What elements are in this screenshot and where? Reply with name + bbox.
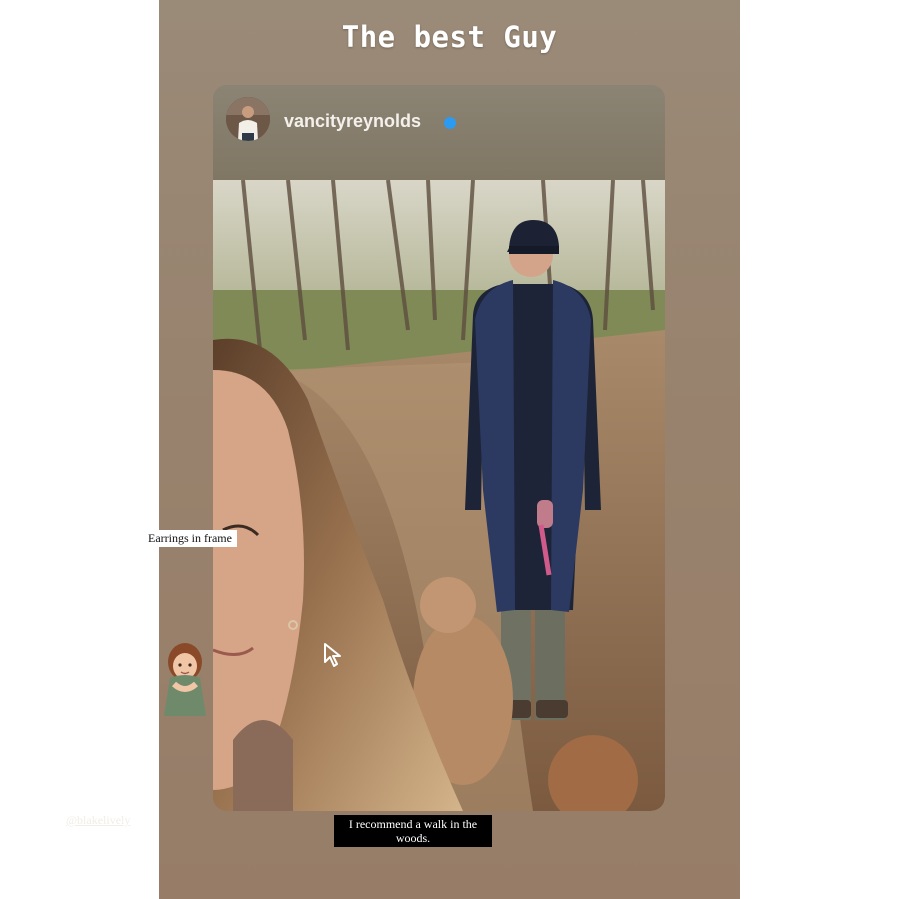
caption-sticker[interactable]: I recommend a walk in the woods. <box>334 815 492 847</box>
profile-avatar[interactable] <box>226 97 270 141</box>
cartoon-girl-sticker[interactable] <box>160 638 210 718</box>
mention-sticker[interactable]: @blakelively <box>66 813 130 828</box>
story-frame: The best Guy vancityreynolds <box>159 0 740 899</box>
post-header: vancityreynolds <box>213 85 665 180</box>
verified-badge-icon <box>444 117 456 129</box>
story-title: The best Guy <box>341 20 558 54</box>
shared-post-card[interactable]: vancityreynolds <box>213 85 665 811</box>
forest-walk-photo[interactable] <box>213 180 665 811</box>
post-username[interactable]: vancityreynolds <box>284 111 421 132</box>
cursor-arrow-icon <box>323 642 347 668</box>
earrings-sticker[interactable]: Earrings in frame <box>143 530 237 547</box>
